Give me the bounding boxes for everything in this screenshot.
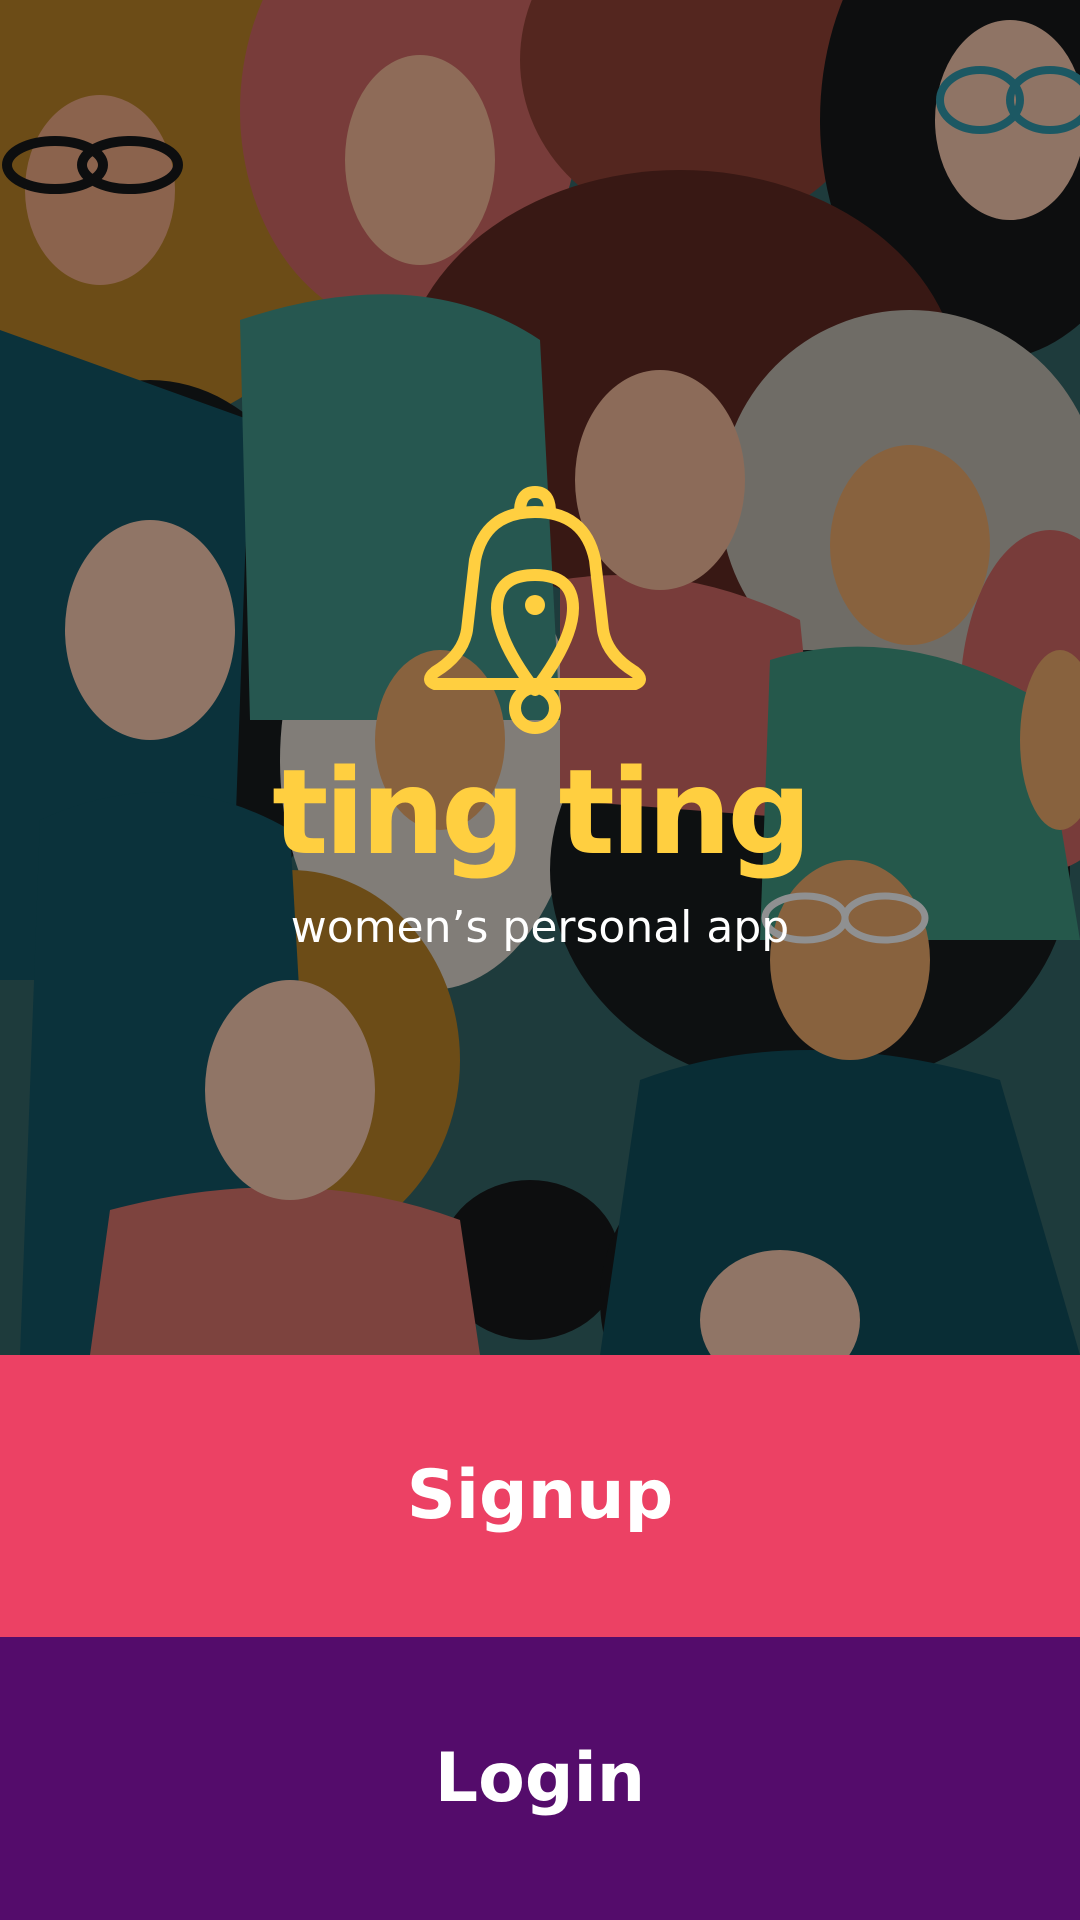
app-tagline: women’s personal app [290,902,790,953]
bell-location-pin-icon [424,486,646,734]
signup-button[interactable]: Signup [0,1355,1080,1637]
app-name: ting ting [272,743,812,881]
login-button[interactable]: Login [0,1637,1080,1920]
welcome-screen: ting ting women’s personal app Signup Lo… [0,0,1080,1920]
